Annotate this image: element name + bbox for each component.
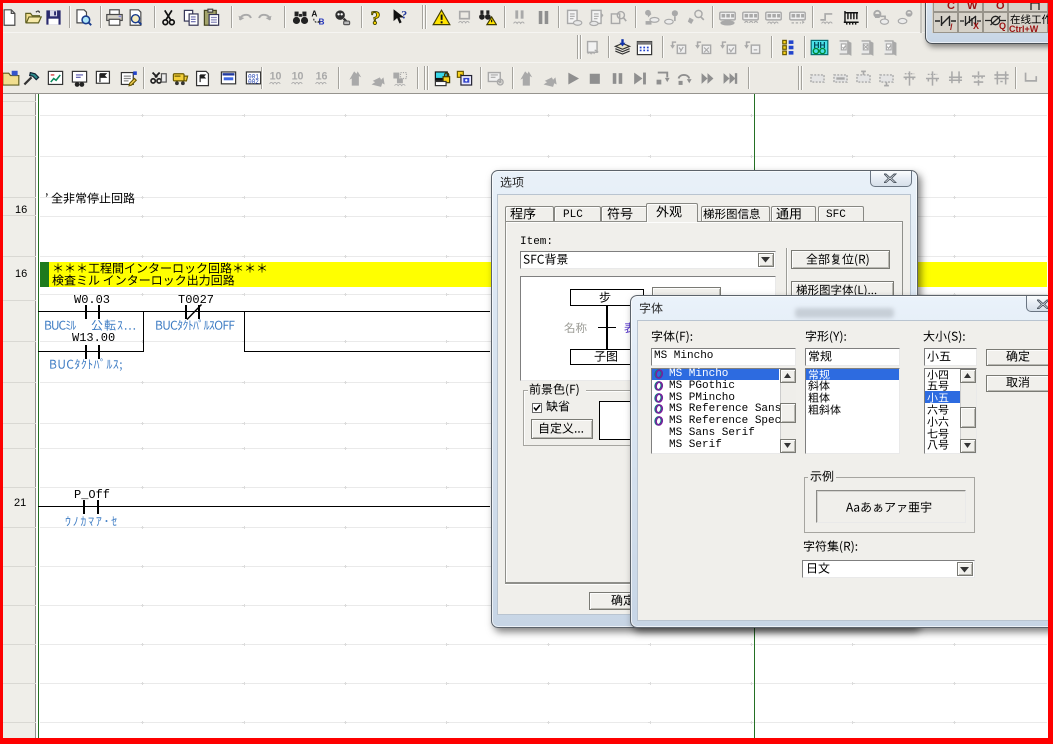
svg-text:10: 10 xyxy=(292,71,304,83)
svg-text:002: 002 xyxy=(248,78,259,85)
svg-text:HH: HH xyxy=(814,40,826,50)
svg-text:10: 10 xyxy=(270,71,282,83)
svg-text:A: A xyxy=(311,8,317,18)
svg-text:?: ? xyxy=(370,8,380,27)
svg-text:?: ? xyxy=(401,8,407,22)
svg-text:16: 16 xyxy=(316,71,328,83)
